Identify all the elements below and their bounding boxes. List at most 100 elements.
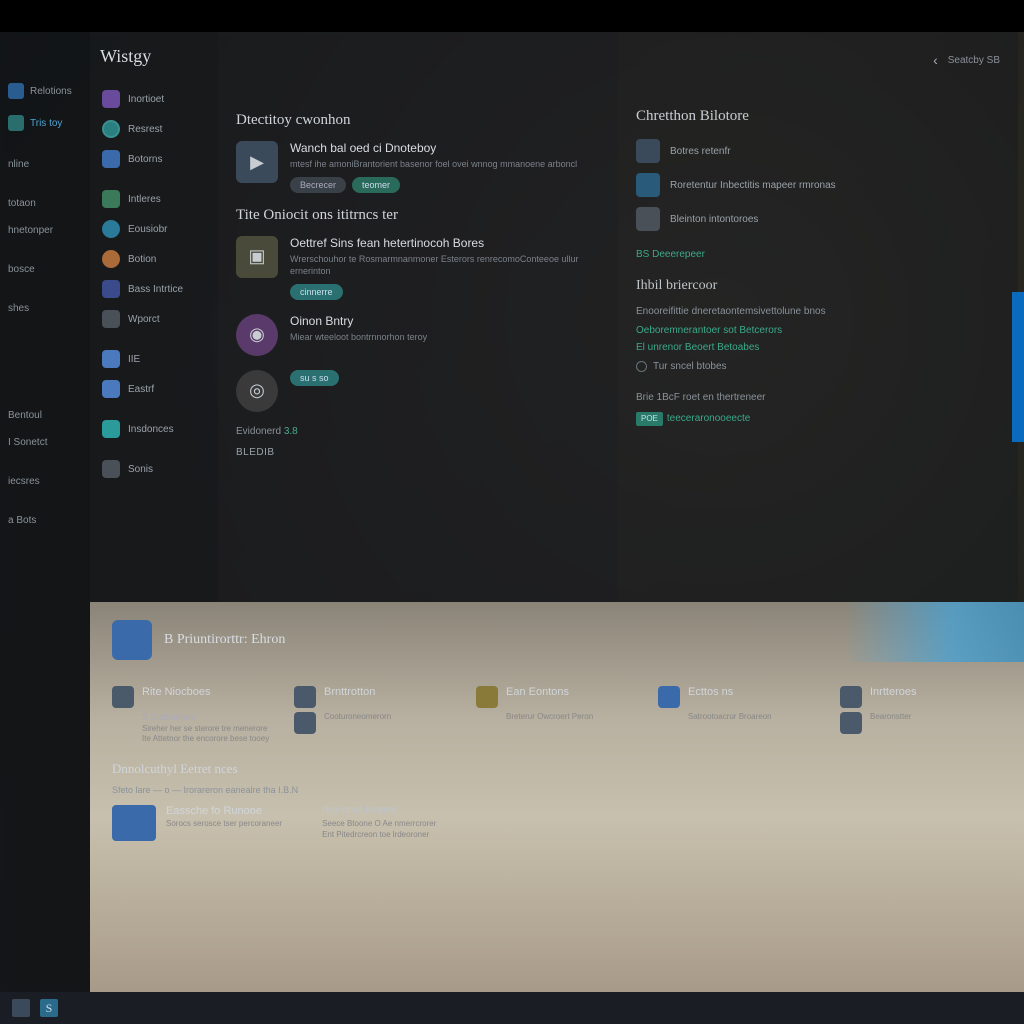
sidebar-item[interactable]: Intleres xyxy=(100,185,208,213)
rail-item[interactable]: Bentoul xyxy=(6,404,84,427)
lower-header: B Priuntirorttr: Ehron xyxy=(90,602,1024,678)
square-icon xyxy=(102,150,120,168)
sidebar-item[interactable]: Eousiobr xyxy=(100,215,208,243)
card-title: Wanch bal oed ci Dnoteboy xyxy=(290,141,600,155)
square-icon xyxy=(102,380,120,398)
aside-text: POEteeceraronooeecte xyxy=(636,411,1000,426)
sidebar-item[interactable]: Inortioet xyxy=(100,85,208,113)
card-thumbnail-icon: ▶ xyxy=(236,141,278,183)
rail-item[interactable]: I Sonetct xyxy=(6,431,84,454)
square-icon xyxy=(102,310,120,328)
rail-item[interactable]: totaon xyxy=(6,192,84,215)
square-icon xyxy=(102,420,120,438)
tile-icon xyxy=(840,712,862,734)
content-card: ▶ Wanch bal oed ci Dnoteboy mtesf ihe am… xyxy=(236,141,600,193)
row-icon xyxy=(636,139,660,163)
circle-icon xyxy=(102,120,120,138)
row-icon xyxy=(636,173,660,197)
square-icon xyxy=(102,280,120,298)
folder-icon xyxy=(102,90,120,108)
link-row[interactable]: Evidonerd 3.8 xyxy=(236,426,600,437)
lower-card[interactable]: Eassche fo Runooe Sorocs serosce tser pe… xyxy=(112,805,282,841)
badge: POE xyxy=(636,412,663,426)
sidebar-item[interactable]: Wporct xyxy=(100,305,208,333)
lower-meta: Sfeto lare — o — Irorareron eanealre tha… xyxy=(112,785,1002,795)
aside-row[interactable]: Bleinton intontoroes xyxy=(636,207,1000,231)
tag-pill[interactable]: Becrecer xyxy=(290,177,346,193)
tile[interactable]: Ean Eontons Breterur Owcroert Peron xyxy=(476,686,636,745)
sidebar-item[interactable]: Eastrf xyxy=(100,375,208,403)
card-thumbnail-icon: ◉ xyxy=(236,314,278,356)
sidebar-item[interactable]: Botorns xyxy=(100,145,208,173)
rail-item[interactable]: iecsres xyxy=(6,470,84,493)
lower-column: Roindron brabter Seece Btoone O Ae nmerr… xyxy=(322,805,436,841)
tile[interactable]: Ecttos ns Satrootoacrur Broareon xyxy=(658,686,818,745)
aside-row[interactable]: Roretentur Inbectitis mapeer rmronas xyxy=(636,173,1000,197)
card-thumbnail-icon: ▣ xyxy=(236,236,278,278)
nav-rail: Relotions Tris toy nline totaon hnetonpe… xyxy=(0,32,90,992)
card-thumbnail-icon xyxy=(112,805,156,841)
card-description: Wrerschouhor te Rosmarmnanmoner Esterors… xyxy=(290,253,600,278)
rail-item[interactable]: bosce xyxy=(6,258,84,281)
content-card: ▣ Oettref Sins fean hetertinocoh Bores W… xyxy=(236,236,600,300)
tile[interactable]: Brnttrotton Cooturoneomerorn xyxy=(294,686,454,745)
row-icon xyxy=(636,207,660,231)
taskbar-icon[interactable] xyxy=(12,999,30,1017)
tile-icon xyxy=(476,686,498,708)
tag-pill[interactable]: su s so xyxy=(290,370,339,386)
tag-pill[interactable]: cinnerre xyxy=(290,284,343,300)
sidebar-item[interactable]: Sonis xyxy=(100,455,208,483)
circle-icon xyxy=(102,250,120,268)
lower-title: B Priuntirorttr: Ehron xyxy=(164,632,285,648)
tile-icon xyxy=(112,686,134,708)
aside-panel: ‹ Seatcby SB Chretthon Bilotore Botres r… xyxy=(618,32,1018,602)
aside-link[interactable]: BS Deeerepeer xyxy=(636,249,1000,260)
content-card: ◉ Oinon Bntry Miear wteeloot bontrnnorho… xyxy=(236,314,600,356)
aside-link[interactable]: El unrenor Beoert Betoabes xyxy=(636,342,1000,353)
sidebar-item[interactable]: Insdonces xyxy=(100,415,208,443)
card-title: Oettref Sins fean hetertinocoh Bores xyxy=(290,236,600,250)
lower-header-icon xyxy=(112,620,152,660)
card-title: Oinon Bntry xyxy=(290,314,600,328)
tile[interactable]: Inrtteroes Bearonstter xyxy=(840,686,1000,745)
card-description: Miear wteeloot bontrnnorhon teroy xyxy=(290,331,600,344)
sidebar-item[interactable]: Bass Intrtice xyxy=(100,275,208,303)
tile-icon xyxy=(294,712,316,734)
sidebar-item[interactable]: Resrest xyxy=(100,115,208,143)
rail-item[interactable]: nline xyxy=(6,153,84,176)
checkbox-row[interactable]: Tur sncel btobes xyxy=(636,359,1000,374)
accent-bar xyxy=(1012,292,1024,442)
square-icon xyxy=(102,190,120,208)
aside-row[interactable]: Botres retenfr xyxy=(636,139,1000,163)
tile[interactable]: Rite Niocboes S Sccbaneoe Sireher her se… xyxy=(112,686,272,745)
tile-icon xyxy=(294,686,316,708)
section-heading: Tite Oniocit ons ititrncs ter xyxy=(236,207,600,224)
tile-icon xyxy=(840,686,862,708)
radio-icon xyxy=(636,361,647,372)
rail-item[interactable]: a Bots xyxy=(6,509,84,532)
sidebar-item[interactable]: IIE xyxy=(100,345,208,373)
aside-link[interactable]: Oeboremnerantoer sot Betcerors xyxy=(636,325,1000,336)
aside-text: Brie 1BcF roet en thertreneer xyxy=(636,390,1000,405)
rail-item[interactable]: Relotions xyxy=(6,77,84,105)
rail-item[interactable]: hnetonper xyxy=(6,219,84,242)
header-meta: Seatcby SB xyxy=(948,55,1000,66)
section-heading: Dtectitoy cwonhon xyxy=(236,112,600,129)
main-content: Dtectitoy cwonhon ▶ Wanch bal oed ci Dno… xyxy=(218,32,618,602)
circle-icon xyxy=(102,460,120,478)
content-card: ◎ su s so xyxy=(236,370,600,412)
app-icon xyxy=(8,83,24,99)
aside-heading: Chretthon Bilotore xyxy=(636,108,1000,125)
taskbar: S xyxy=(0,992,1024,1024)
rail-item[interactable]: shes xyxy=(6,297,84,320)
aside-subheading: Ihbil briercoor xyxy=(636,278,1000,294)
back-button[interactable]: ‹ xyxy=(933,52,938,68)
rail-item[interactable]: Tris toy xyxy=(6,109,84,137)
sub-heading: BLEDIB xyxy=(236,447,600,458)
tag-pill[interactable]: teomer xyxy=(352,177,400,193)
sidebar-item[interactable]: Botion xyxy=(100,245,208,273)
aside-text: Enooreifittie dneretaontemsivettolune bn… xyxy=(636,304,1000,319)
lower-section-heading: Dnnolcuthyl Eetret nces xyxy=(112,761,1002,777)
taskbar-icon[interactable]: S xyxy=(40,999,58,1017)
tile-icon xyxy=(658,686,680,708)
